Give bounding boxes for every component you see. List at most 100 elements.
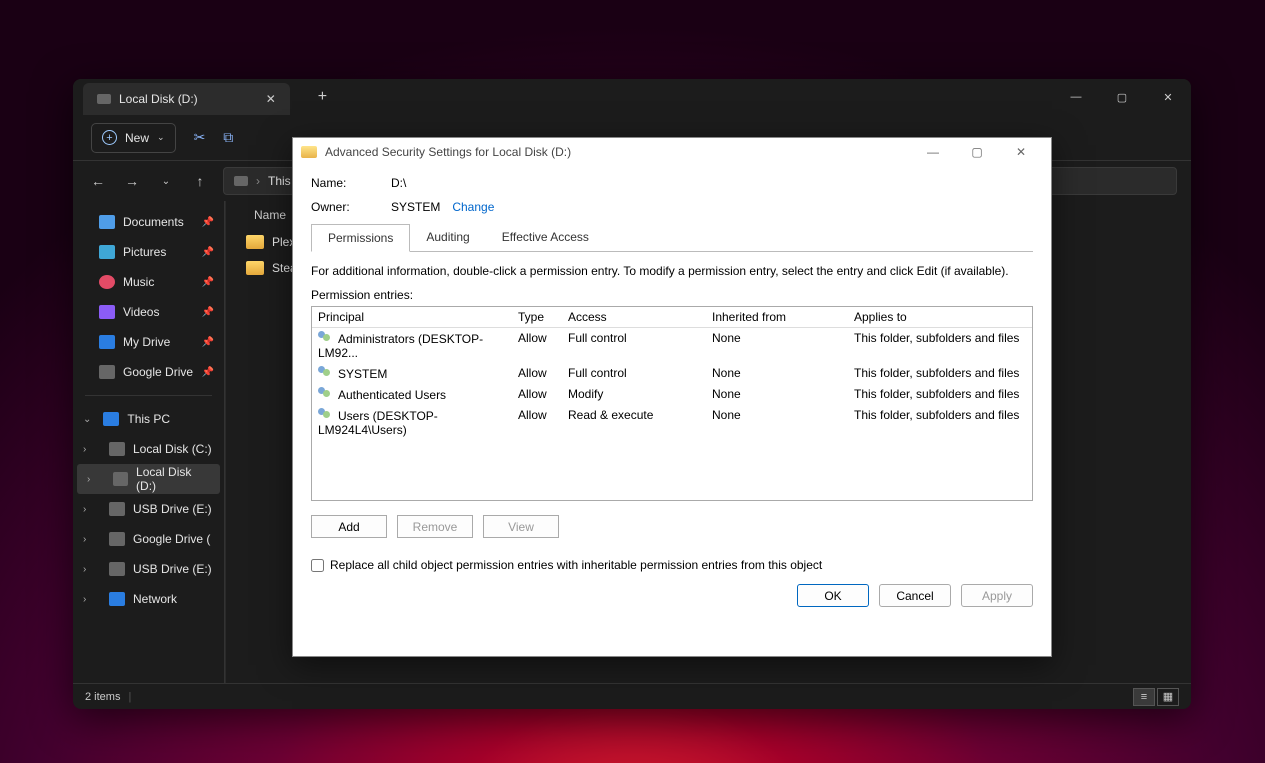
sidebar-item-my-drive[interactable]: My Drive📌: [73, 327, 224, 357]
sidebar-drive-c[interactable]: ›Local Disk (C:): [73, 434, 224, 464]
permission-row[interactable]: Users (DESKTOP-LM924L4\Users)AllowRead &…: [312, 405, 1032, 440]
col-inherited[interactable]: Inherited from: [706, 307, 848, 327]
sidebar-item-music[interactable]: Music📌: [73, 267, 224, 297]
pin-icon: 📌: [202, 217, 214, 228]
drive-icon: [113, 472, 128, 486]
dialog-title: Advanced Security Settings for Local Dis…: [325, 145, 571, 159]
remove-button[interactable]: Remove: [397, 515, 473, 538]
cancel-button[interactable]: Cancel: [879, 584, 951, 607]
maximize-icon[interactable]: ▢: [1099, 79, 1145, 115]
sidebar-drive-d[interactable]: ›Local Disk (D:): [77, 464, 220, 494]
chevron-right-icon: ›: [83, 444, 86, 455]
back-icon[interactable]: ←: [87, 173, 109, 189]
item-count: 2 items: [85, 691, 120, 703]
usb-icon: [109, 502, 125, 516]
sidebar-item-pictures[interactable]: Pictures📌: [73, 237, 224, 267]
close-icon[interactable]: ✕: [999, 138, 1043, 166]
permission-row[interactable]: Authenticated UsersAllowModifyNoneThis f…: [312, 384, 1032, 405]
drive-icon: [234, 176, 248, 186]
group-icon: [318, 387, 334, 399]
permission-row[interactable]: SYSTEMAllowFull controlNoneThis folder, …: [312, 363, 1032, 384]
pin-icon: 📌: [202, 337, 214, 348]
plus-icon: +: [102, 130, 117, 145]
google-drive-icon: [109, 532, 125, 546]
info-text: For additional information, double-click…: [311, 264, 1033, 278]
folder-icon: [246, 261, 264, 275]
chevron-right-icon: ›: [83, 534, 86, 545]
explorer-tab[interactable]: Local Disk (D:) ✕: [83, 83, 290, 115]
chevron-right-icon: ›: [83, 504, 86, 515]
tab-permissions[interactable]: Permissions: [311, 224, 410, 252]
replace-label: Replace all child object permission entr…: [330, 558, 822, 572]
tab-auditing[interactable]: Auditing: [410, 224, 485, 251]
pictures-icon: [99, 245, 115, 259]
permission-row[interactable]: Administrators (DESKTOP-LM92...AllowFull…: [312, 328, 1032, 363]
sidebar-item-documents[interactable]: Documents📌: [73, 207, 224, 237]
name-label: Name:: [311, 176, 391, 190]
replace-checkbox[interactable]: [311, 559, 324, 572]
forward-icon[interactable]: →: [121, 173, 143, 189]
music-icon: [99, 275, 115, 289]
change-owner-link[interactable]: Change: [452, 200, 494, 214]
close-tab-icon[interactable]: ✕: [266, 92, 276, 106]
my-drive-icon: [99, 335, 115, 349]
minimize-icon[interactable]: —: [911, 138, 955, 166]
name-value: D:\: [391, 176, 406, 190]
drive-icon: [97, 94, 111, 104]
maximize-icon[interactable]: ▢: [955, 138, 999, 166]
sidebar-google-drive[interactable]: ›Google Drive (: [73, 524, 224, 554]
folder-icon: [246, 235, 264, 249]
up-icon[interactable]: ↑: [189, 173, 211, 189]
group-icon: [318, 408, 334, 420]
ok-button[interactable]: OK: [797, 584, 869, 607]
chevron-right-icon: ›: [83, 594, 86, 605]
sidebar-network[interactable]: ›Network: [73, 584, 224, 614]
advanced-security-dialog: Advanced Security Settings for Local Dis…: [292, 137, 1052, 657]
owner-label: Owner:: [311, 200, 391, 214]
view-button[interactable]: View: [483, 515, 559, 538]
new-tab-button[interactable]: +: [318, 88, 327, 106]
chevron-right-icon: ›: [83, 564, 86, 575]
col-applies[interactable]: Applies to: [848, 307, 1032, 327]
col-access[interactable]: Access: [562, 307, 706, 327]
group-icon: [318, 331, 334, 343]
new-button[interactable]: + New ⌄: [91, 123, 176, 153]
videos-icon: [99, 305, 115, 319]
history-chevron-icon[interactable]: ⌄: [155, 176, 177, 187]
folder-icon: [301, 146, 317, 158]
copy-icon[interactable]: ⧉: [223, 129, 233, 146]
sidebar-this-pc[interactable]: ⌄This PC: [73, 404, 224, 434]
chevron-down-icon: ⌄: [157, 132, 165, 143]
pin-icon: 📌: [202, 307, 214, 318]
minimize-icon[interactable]: —: [1053, 79, 1099, 115]
tab-title: Local Disk (D:): [119, 92, 198, 106]
cut-icon[interactable]: ✂: [194, 129, 206, 146]
add-button[interactable]: Add: [311, 515, 387, 538]
sidebar-drive-e[interactable]: ›USB Drive (E:): [73, 494, 224, 524]
chevron-down-icon: ⌄: [83, 414, 91, 425]
this-pc-icon: [103, 412, 119, 426]
sidebar-drive-e2[interactable]: ›USB Drive (E:): [73, 554, 224, 584]
sidebar-item-google-drive[interactable]: Google Drive📌: [73, 357, 224, 387]
pin-icon: 📌: [202, 277, 214, 288]
entries-label: Permission entries:: [311, 288, 1033, 302]
details-view-icon[interactable]: ≡: [1133, 688, 1155, 706]
group-icon: [318, 366, 334, 378]
tab-effective-access[interactable]: Effective Access: [486, 224, 605, 251]
large-icons-view-icon[interactable]: ▦: [1157, 688, 1179, 706]
col-principal[interactable]: Principal: [312, 307, 512, 327]
documents-icon: [99, 215, 115, 229]
permission-grid: Principal Type Access Inherited from App…: [311, 306, 1033, 501]
tabs: Permissions Auditing Effective Access: [311, 224, 1033, 252]
close-icon[interactable]: ✕: [1145, 79, 1191, 115]
chevron-right-icon: ›: [87, 474, 90, 485]
owner-value: SYSTEM: [391, 200, 440, 214]
pin-icon: 📌: [202, 247, 214, 258]
new-label: New: [125, 131, 149, 145]
apply-button[interactable]: Apply: [961, 584, 1033, 607]
col-type[interactable]: Type: [512, 307, 562, 327]
sidebar: Documents📌 Pictures📌 Music📌 Videos📌 My D…: [73, 201, 225, 683]
status-bar: 2 items | ≡ ▦: [73, 683, 1191, 709]
sidebar-item-videos[interactable]: Videos📌: [73, 297, 224, 327]
google-drive-icon: [99, 365, 115, 379]
